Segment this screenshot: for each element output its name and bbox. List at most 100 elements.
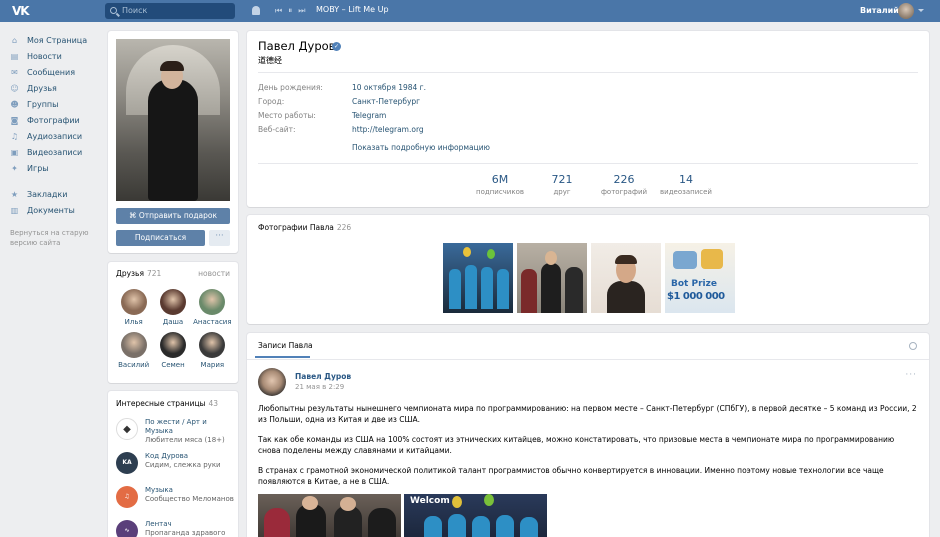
friend-name[interactable]: Анастасия bbox=[193, 318, 232, 326]
tab-posts[interactable]: Записи Павла bbox=[258, 341, 313, 350]
current-user-name[interactable]: Виталий bbox=[860, 6, 899, 15]
send-gift-button[interactable]: ⌘ Отправить подарок bbox=[116, 208, 230, 224]
sidebar-item[interactable]: ✦ Игры bbox=[10, 160, 100, 176]
post-paragraph: Так как обе команды из США на 100% состо… bbox=[258, 435, 895, 455]
bookmarks-icon: ★ bbox=[10, 189, 19, 199]
friend-avatar[interactable] bbox=[159, 289, 186, 315]
profile-photo[interactable] bbox=[116, 39, 230, 201]
sidebar-item[interactable]: ♫ Аудиозаписи bbox=[10, 128, 100, 144]
friend-item[interactable]: Анастасия bbox=[193, 289, 232, 326]
games-icon: ✦ bbox=[11, 163, 18, 173]
post-paragraph: В странах с грамотной экономической поли… bbox=[258, 466, 884, 486]
friend-avatar[interactable] bbox=[120, 332, 147, 358]
search-icon[interactable] bbox=[909, 342, 917, 350]
show-details-link[interactable]: Показать подробную информацию bbox=[352, 143, 490, 152]
friend-avatar[interactable] bbox=[199, 289, 226, 315]
current-user-avatar[interactable] bbox=[898, 3, 914, 19]
info-value[interactable]: Санкт-Петербург bbox=[352, 97, 420, 106]
friends-block: Друзья 721 новости Илья Даша Анастасия Васил… bbox=[108, 262, 238, 383]
old-version-link[interactable]: Вернуться на старую версию сайта bbox=[10, 228, 100, 248]
page-avatar[interactable]: ◆ bbox=[116, 418, 138, 440]
profile-counter[interactable]: 6M подписчиков bbox=[469, 173, 531, 196]
friend-name[interactable]: Василий bbox=[114, 361, 153, 369]
sidebar-item[interactable]: ⌂ Моя Страница bbox=[10, 32, 100, 48]
page-title[interactable]: Лентач bbox=[145, 520, 225, 529]
post-author-avatar[interactable] bbox=[258, 368, 286, 396]
current-track[interactable]: MOBY – Lift Me Up bbox=[316, 5, 389, 14]
page-title[interactable]: Музыка bbox=[145, 486, 234, 495]
search-input[interactable]: Поиск bbox=[105, 3, 235, 19]
search-placeholder: Поиск bbox=[122, 6, 148, 15]
page-subtitle: Сидим, слежка руки bbox=[145, 461, 221, 469]
messages-icon: ✉ bbox=[11, 67, 18, 77]
pause-icon[interactable]: ⏸ bbox=[288, 6, 292, 16]
interesting-page-item[interactable]: KA Код Дурова Сидим, слежка руки bbox=[116, 452, 234, 484]
interesting-page-item[interactable]: ∿ Лентач Пропаганда здравого bbox=[116, 520, 234, 537]
page-avatar[interactable]: ♫ bbox=[116, 486, 138, 508]
verified-icon: ✓ bbox=[332, 42, 341, 51]
info-value[interactable]: http://telegram.org bbox=[352, 125, 424, 134]
sidebar-item[interactable]: ☺ Друзья bbox=[10, 80, 100, 96]
post-author-name[interactable]: Павел Дуров bbox=[295, 372, 351, 381]
previous-track-icon[interactable]: ⏮ bbox=[275, 6, 282, 16]
friend-name[interactable]: Илья bbox=[114, 318, 153, 326]
photos-title[interactable]: Фотографии Павла 226 bbox=[258, 223, 351, 232]
post-image[interactable] bbox=[258, 494, 401, 537]
photo-thumbnail[interactable] bbox=[591, 243, 661, 313]
photo-thumbnail[interactable] bbox=[517, 243, 587, 313]
counter-value: 226 bbox=[613, 173, 635, 186]
documents-icon: ▥ bbox=[10, 205, 19, 215]
notifications-bell-icon[interactable] bbox=[252, 6, 260, 15]
page-title[interactable]: По жести / Арт и Музыка bbox=[145, 418, 234, 436]
friend-item[interactable]: Василий bbox=[114, 332, 153, 369]
post-menu-icon[interactable]: ··· bbox=[905, 370, 917, 380]
interesting-pages-title[interactable]: Интересные страницы 43 bbox=[116, 399, 218, 408]
sidebar-item[interactable]: ▥ Документы bbox=[10, 202, 100, 218]
friend-item[interactable]: Мария bbox=[193, 332, 232, 369]
profile-counter[interactable]: 226 фотографий bbox=[593, 173, 655, 196]
friend-name[interactable]: Семен bbox=[153, 361, 192, 369]
sidebar-item[interactable]: ▣ Видеозаписи bbox=[10, 144, 100, 160]
counter-value: 6M bbox=[491, 173, 509, 186]
friend-avatar[interactable] bbox=[159, 332, 186, 358]
friend-name[interactable]: Даша bbox=[153, 318, 192, 326]
interesting-page-item[interactable]: ♫ Музыка Сообщество Меломанов bbox=[116, 486, 234, 518]
profile-counter[interactable]: 721 друг bbox=[531, 173, 593, 196]
sidebar-item[interactable]: ✉ Сообщения bbox=[10, 64, 100, 80]
sidebar-item[interactable]: ▤ Новости bbox=[10, 48, 100, 64]
profile-counter[interactable]: 14 видеозаписей bbox=[655, 173, 717, 196]
page-title[interactable]: Код Дурова bbox=[145, 452, 221, 461]
photo-thumbnail[interactable]: Bot Prize $1 000 000 bbox=[665, 243, 735, 313]
info-divider bbox=[258, 72, 918, 73]
sidebar-item[interactable]: ☻ Группы bbox=[10, 96, 100, 112]
friend-item[interactable]: Даша bbox=[153, 289, 192, 326]
info-label: Город: bbox=[258, 97, 285, 106]
next-track-icon[interactable]: ⏭ bbox=[298, 6, 305, 16]
page-avatar[interactable]: ∿ bbox=[116, 520, 138, 537]
wall-block: Записи Павла Павел Дуров 21 мая в 2:29 ·… bbox=[247, 333, 929, 537]
vk-logo[interactable]: VK bbox=[12, 4, 32, 18]
friends-updates-link[interactable]: новости bbox=[198, 269, 230, 278]
friend-name[interactable]: Мария bbox=[193, 361, 232, 369]
page-avatar[interactable]: KA bbox=[116, 452, 138, 474]
info-label: Место работы: bbox=[258, 111, 316, 120]
interesting-page-item[interactable]: ◆ По жести / Арт и Музыка Любители мяса (1… bbox=[116, 418, 234, 450]
photo-thumbnail[interactable] bbox=[443, 243, 513, 313]
info-value[interactable]: 10 октября 1984 г. bbox=[352, 83, 426, 92]
counters-divider bbox=[258, 163, 918, 164]
friend-avatar[interactable] bbox=[120, 289, 147, 315]
friend-avatar[interactable] bbox=[199, 332, 226, 358]
subscribe-button[interactable]: Подписаться bbox=[116, 230, 205, 246]
friends-title[interactable]: Друзья 721 bbox=[116, 269, 161, 278]
more-actions-button[interactable]: ··· bbox=[209, 230, 230, 246]
friend-item[interactable]: Илья bbox=[114, 289, 153, 326]
post-date[interactable]: 21 мая в 2:29 bbox=[295, 383, 344, 391]
profile-counters: 6M подписчиков 721 друг 226 фотографий 14 видео… bbox=[469, 173, 717, 196]
chevron-down-icon[interactable] bbox=[918, 9, 924, 12]
post-image-caption: Welcom bbox=[410, 496, 450, 506]
friend-item[interactable]: Семен bbox=[153, 332, 192, 369]
info-value[interactable]: Telegram bbox=[352, 111, 386, 120]
sidebar-item[interactable]: ★ Закладки bbox=[10, 186, 100, 202]
post-image[interactable]: Welcom bbox=[404, 494, 547, 537]
sidebar-item[interactable]: ◙ Фотографии bbox=[10, 112, 100, 128]
